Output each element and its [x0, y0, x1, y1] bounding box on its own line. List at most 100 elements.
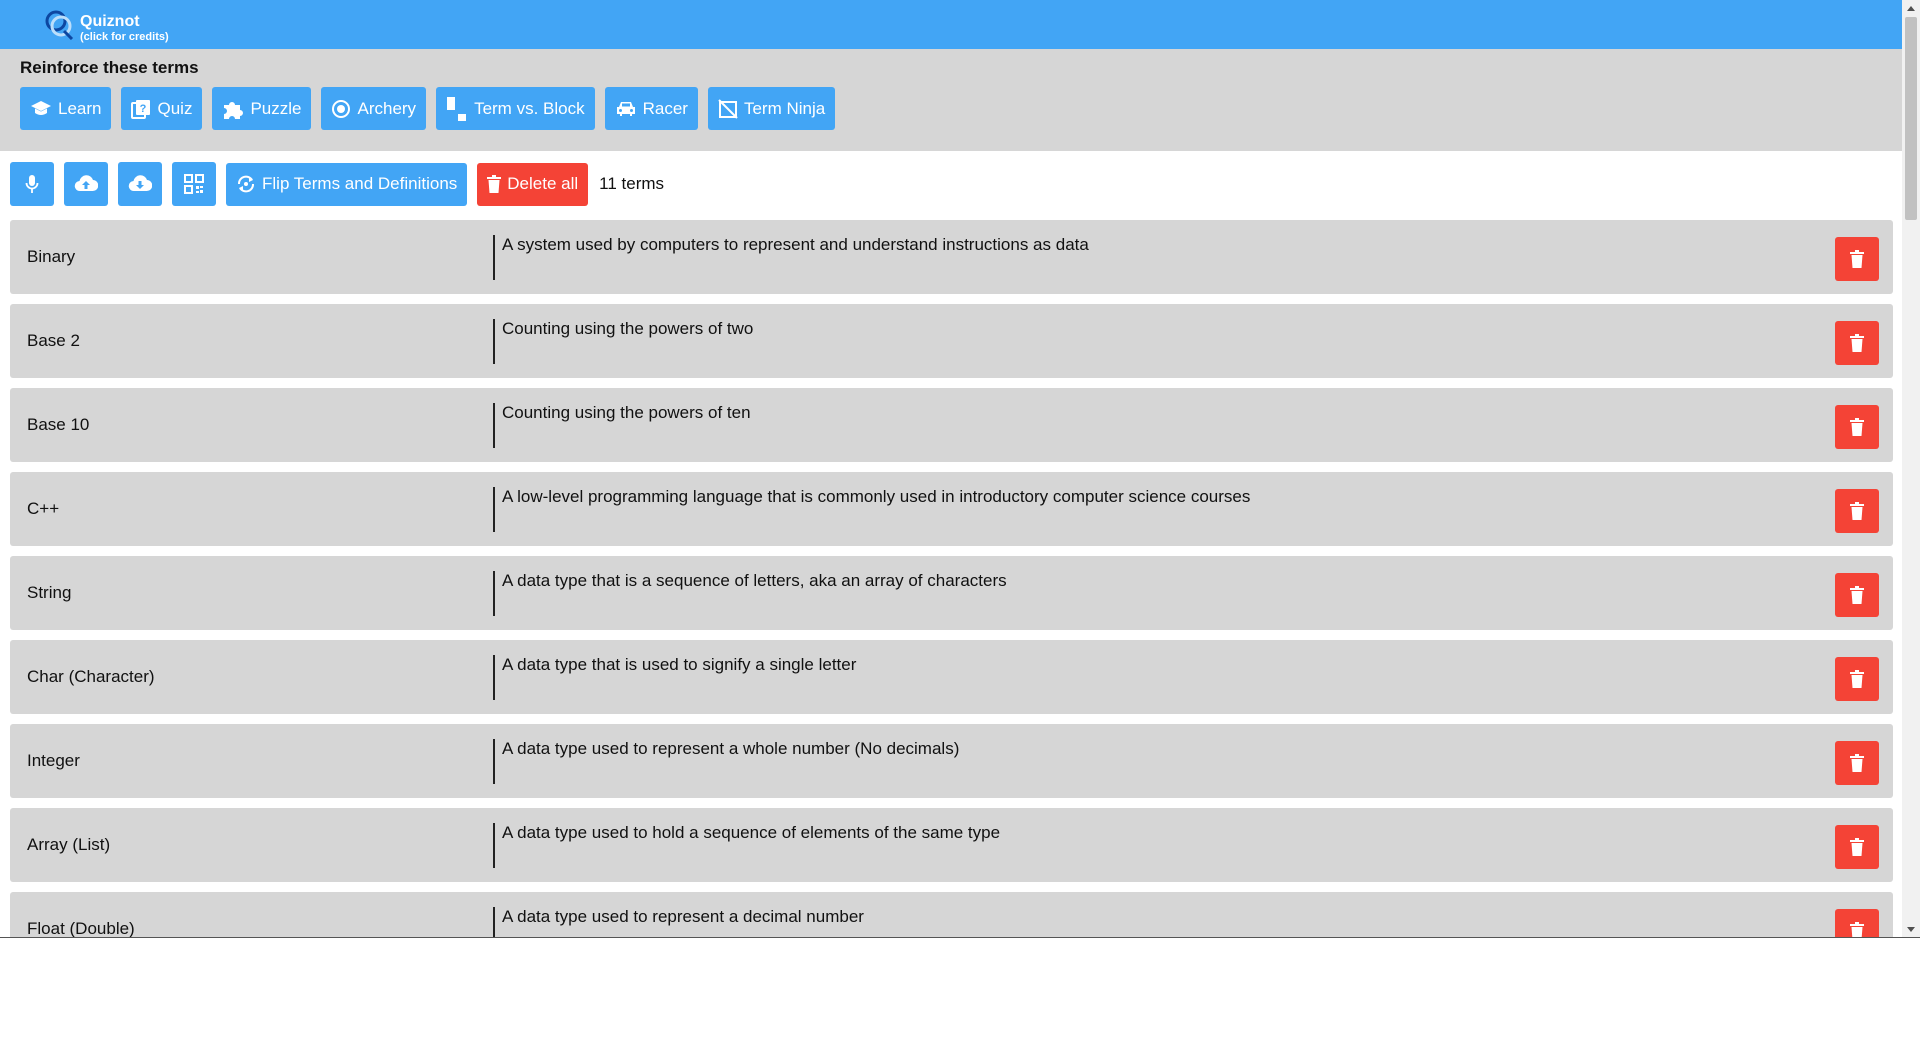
games-panel-title: Reinforce these terms — [20, 58, 199, 77]
archery-button[interactable]: Archery — [321, 87, 427, 130]
quiz-label: Quiz — [157, 98, 193, 118]
term-text[interactable]: C++ — [27, 499, 59, 519]
svg-text:?: ? — [140, 103, 147, 115]
term-text[interactable]: String — [27, 583, 71, 603]
term-text[interactable]: Array (List) — [27, 835, 110, 855]
trash-icon — [1850, 586, 1864, 604]
trash-icon — [1850, 670, 1864, 688]
term-divider — [493, 739, 495, 784]
definition-text[interactable]: A data type used to represent a whole nu… — [502, 739, 959, 759]
microphone-button[interactable] — [10, 162, 54, 206]
vertical-scrollbar[interactable] — [1902, 0, 1920, 937]
term-divider — [493, 235, 495, 280]
term-divider — [493, 907, 495, 937]
upload-button[interactable] — [64, 162, 108, 206]
scroll-down-arrow-icon[interactable] — [1902, 921, 1920, 937]
definition-text[interactable]: Counting using the powers of ten — [502, 403, 751, 423]
term-ninja-button[interactable]: Term Ninja — [707, 87, 836, 130]
definition-text[interactable]: Counting using the powers of two — [502, 319, 753, 339]
term-row: Base 10 Counting using the powers of ten — [10, 388, 1893, 462]
term-text[interactable]: Binary — [27, 247, 75, 267]
viewport-edge — [0, 937, 1920, 938]
trash-icon — [1850, 418, 1864, 436]
definition-text[interactable]: A data type used to represent a decimal … — [502, 907, 864, 927]
term-row: Float (Double) A data type used to repre… — [10, 892, 1893, 937]
delete-term-button[interactable] — [1835, 489, 1879, 533]
term-text[interactable]: Integer — [27, 751, 80, 771]
term-divider — [493, 655, 495, 700]
definition-text[interactable]: A system used by computers to represent … — [502, 235, 1089, 255]
racer-label: Racer — [642, 98, 688, 118]
app-name: Quiznot — [80, 13, 140, 30]
term-divider — [493, 823, 495, 868]
term-row: Array (List) A data type used to hold a … — [10, 808, 1893, 882]
scrollbar-thumb[interactable] — [1905, 17, 1917, 220]
block-icon — [446, 96, 468, 122]
term-row: String A data type that is a sequence of… — [10, 556, 1893, 630]
page-viewport: Quiznot (click for credits) Reinforce th… — [0, 0, 1920, 937]
delete-term-button[interactable] — [1835, 237, 1879, 281]
delete-term-button[interactable] — [1835, 405, 1879, 449]
term-text[interactable]: Float (Double) — [27, 919, 135, 937]
learn-button[interactable]: Learn — [20, 87, 112, 130]
term-row: C++ A low-level programming language tha… — [10, 472, 1893, 546]
graduation-cap-icon — [30, 100, 52, 118]
flip-terms-button[interactable]: Flip Terms and Definitions — [226, 162, 468, 206]
quiz-button[interactable]: ? Quiz — [121, 87, 203, 130]
trash-icon — [1850, 754, 1864, 772]
quiznot-logo-icon[interactable] — [44, 9, 74, 40]
racer-button[interactable]: Racer — [604, 87, 698, 130]
qr-code-icon — [184, 174, 204, 194]
term-vs-block-button[interactable]: Term vs. Block — [436, 87, 595, 130]
flip-sync-icon — [236, 174, 256, 194]
delete-all-button[interactable]: Delete all — [477, 162, 589, 206]
term-text[interactable]: Base 10 — [27, 415, 89, 435]
car-icon — [615, 100, 637, 118]
term-row: Char (Character) A data type that is use… — [10, 640, 1893, 714]
trash-icon — [1850, 334, 1864, 352]
flip-terms-label: Flip Terms and Definitions — [262, 174, 458, 193]
scroll-up-arrow-icon[interactable] — [1902, 0, 1920, 16]
trash-icon — [1850, 250, 1864, 268]
delete-term-button[interactable] — [1835, 573, 1879, 617]
delete-term-button[interactable] — [1835, 657, 1879, 701]
delete-term-button[interactable] — [1835, 321, 1879, 365]
top-app-bar: Quiznot (click for credits) — [0, 0, 1902, 49]
cloud-upload-icon — [74, 175, 98, 192]
term-divider — [493, 319, 495, 364]
delete-term-button[interactable] — [1835, 741, 1879, 785]
learn-label: Learn — [58, 98, 102, 118]
term-divider — [493, 571, 495, 616]
term-row: Base 2 Counting using the powers of two — [10, 304, 1893, 378]
term-divider — [493, 403, 495, 448]
definition-text[interactable]: A data type that is used to signify a si… — [502, 655, 856, 675]
delete-term-button[interactable] — [1835, 825, 1879, 869]
term-row: Integer A data type used to represent a … — [10, 724, 1893, 798]
term-text[interactable]: Char (Character) — [27, 667, 155, 687]
terms-count: 11 terms — [599, 174, 665, 193]
puzzle-piece-icon — [222, 98, 244, 120]
term-text[interactable]: Base 2 — [27, 331, 80, 351]
definition-text[interactable]: A low-level programming language that is… — [502, 487, 1250, 507]
trash-icon — [487, 175, 502, 193]
trash-icon — [1850, 922, 1864, 937]
qr-code-button[interactable] — [172, 162, 216, 206]
set-toolbar: Flip Terms and Definitions Delete all 11… — [10, 162, 664, 206]
term-ninja-label: Term Ninja — [743, 98, 826, 118]
term-vs-block-label: Term vs. Block — [474, 98, 585, 118]
games-panel: Reinforce these terms Learn ? Quiz Puzzl… — [0, 49, 1902, 151]
trash-icon — [1850, 502, 1864, 520]
term-divider — [493, 487, 495, 532]
microphone-icon — [25, 175, 39, 193]
cloud-download-icon — [128, 175, 152, 192]
download-button[interactable] — [118, 162, 162, 206]
definition-text[interactable]: A data type that is a sequence of letter… — [502, 571, 1007, 591]
delete-term-button[interactable] — [1835, 909, 1879, 937]
trash-icon — [1850, 838, 1864, 856]
brand-credits-link[interactable]: Quiznot (click for credits) — [80, 13, 169, 44]
credits-hint: (click for credits) — [80, 31, 169, 43]
puzzle-button[interactable]: Puzzle — [212, 87, 312, 130]
puzzle-label: Puzzle — [250, 98, 302, 118]
definition-text[interactable]: A data type used to hold a sequence of e… — [502, 823, 1000, 843]
terms-list: Binary A system used by computers to rep… — [10, 220, 1893, 937]
